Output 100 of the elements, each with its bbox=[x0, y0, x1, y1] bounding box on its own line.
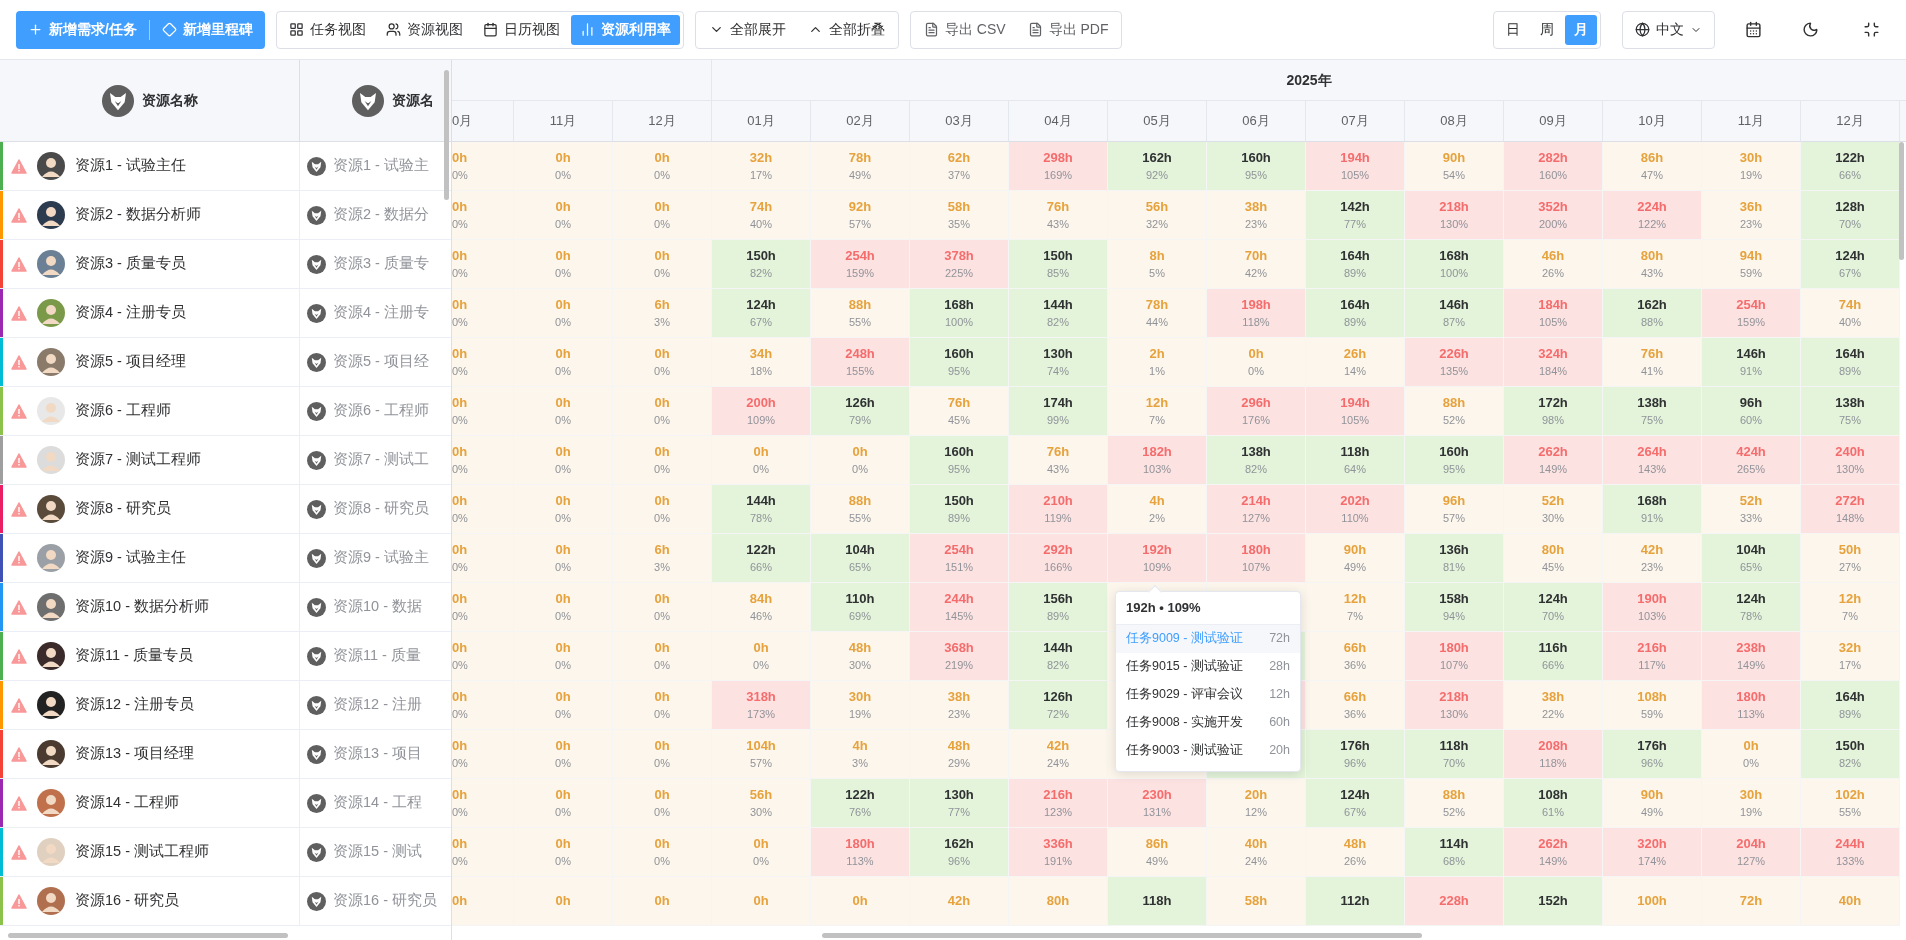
percent-value: 0% bbox=[654, 658, 670, 673]
resource-alias: 资源3 - 质量专 bbox=[333, 254, 429, 274]
percent-value: 89% bbox=[1839, 364, 1861, 379]
hours-value: 130h bbox=[1043, 345, 1073, 363]
percent-value: 0% bbox=[1248, 364, 1264, 379]
scale-tab[interactable]: 周 bbox=[1531, 14, 1563, 45]
resource-name-cell[interactable]: 资源6 - 工程师 bbox=[3, 387, 300, 435]
percent-value: 148% bbox=[1835, 511, 1865, 526]
percent-value: 57% bbox=[750, 756, 772, 771]
percent-value: 23% bbox=[1245, 217, 1267, 232]
hours-value: 0h bbox=[452, 247, 468, 265]
hours-value: 0h bbox=[452, 149, 468, 167]
month-header: 11月 bbox=[514, 101, 613, 141]
resource-name-cell[interactable]: 资源4 - 注册专员 bbox=[3, 289, 300, 337]
percent-value: 82% bbox=[750, 266, 772, 281]
tooltip-task-item[interactable]: 任务9008 - 实施开发 60h bbox=[1116, 708, 1300, 737]
percent-value: 265% bbox=[1736, 462, 1766, 477]
vertical-scrollbar-thumb[interactable] bbox=[444, 70, 449, 200]
hours-value: 4h bbox=[852, 737, 868, 755]
percent-value: 113% bbox=[1737, 707, 1765, 722]
hours-value: 0h bbox=[452, 892, 468, 910]
hours-value: 0h bbox=[555, 835, 571, 853]
horizontal-scrollbar-thumb[interactable] bbox=[8, 933, 288, 938]
resource-alias: 资源5 - 项目经 bbox=[333, 352, 429, 372]
tooltip-task-item[interactable]: 任务9015 - 测试验证 28h bbox=[1116, 652, 1300, 681]
resource-name-cell[interactable]: 资源14 - 工程师 bbox=[3, 779, 300, 827]
view-tab[interactable]: 日历视图 bbox=[473, 14, 569, 45]
percent-value: 89% bbox=[1047, 609, 1069, 624]
percent-value: 0% bbox=[555, 364, 571, 379]
view-tab[interactable]: 资源视图 bbox=[376, 14, 472, 45]
percent-value: 57% bbox=[1443, 511, 1465, 526]
export-button[interactable]: 导出 PDF bbox=[1018, 11, 1118, 48]
percent-value: 64% bbox=[1344, 462, 1366, 477]
hours-value: 50h bbox=[1838, 541, 1862, 559]
resource-name-cell[interactable]: 资源1 - 试验主任 bbox=[3, 142, 300, 190]
language-select[interactable]: 中文 bbox=[1622, 10, 1715, 49]
month-header: 04月 bbox=[1009, 101, 1108, 141]
fox-logo-icon bbox=[307, 646, 326, 666]
resource-name-cell[interactable]: 资源2 - 数据分析师 bbox=[3, 191, 300, 239]
hours-value: 0h bbox=[555, 247, 571, 265]
hours-value: 158h bbox=[1439, 590, 1469, 608]
percent-value: 66% bbox=[750, 560, 772, 575]
warning-icon bbox=[11, 501, 27, 517]
tooltip-task-item[interactable]: 任务9003 - 测试验证 20h bbox=[1116, 736, 1300, 765]
resource-name-cell[interactable]: 资源11 - 质量专员 bbox=[3, 632, 300, 680]
percent-value: 79% bbox=[849, 413, 871, 428]
resource-alias: 资源1 - 试验主 bbox=[333, 156, 429, 176]
view-tab[interactable]: 任务视图 bbox=[279, 14, 375, 45]
horizontal-scrollbar-thumb[interactable] bbox=[822, 933, 1422, 938]
percent-value: 95% bbox=[1245, 168, 1267, 183]
percent-value: 145% bbox=[944, 609, 974, 624]
percent-value: 225% bbox=[944, 266, 974, 281]
hours-value: 254h bbox=[1736, 296, 1766, 314]
percent-value: 0% bbox=[753, 658, 769, 673]
avatar-icon bbox=[37, 593, 65, 621]
resource-name-cell[interactable]: 资源15 - 测试工程师 bbox=[3, 828, 300, 876]
hours-value: 32h bbox=[1838, 639, 1862, 657]
percent-value: 100% bbox=[944, 315, 974, 330]
resource-name-cell[interactable]: 资源12 - 注册专员 bbox=[3, 681, 300, 729]
percent-value: 59% bbox=[1740, 266, 1762, 281]
vertical-scrollbar-thumb[interactable] bbox=[1899, 142, 1904, 260]
resource-name-cell[interactable]: 资源3 - 质量专员 bbox=[3, 240, 300, 288]
resource-name-cell[interactable]: 资源9 - 试验主任 bbox=[3, 534, 300, 582]
percent-value: 98% bbox=[1542, 413, 1564, 428]
percent-value: 119% bbox=[1044, 511, 1072, 526]
resource-name-cell[interactable]: 资源16 - 研究员 bbox=[3, 877, 300, 925]
resource-name-cell[interactable]: 资源7 - 测试工程师 bbox=[3, 436, 300, 484]
hours-value: 150h bbox=[1835, 737, 1865, 755]
scale-tab[interactable]: 日 bbox=[1497, 14, 1529, 45]
hours-value: 324h bbox=[1538, 345, 1568, 363]
hours-value: 216h bbox=[1043, 786, 1073, 804]
percent-value: 149% bbox=[1736, 658, 1766, 673]
hours-value: 254h bbox=[944, 541, 974, 559]
hours-value: 124h bbox=[746, 296, 776, 314]
percent-value: 75% bbox=[1839, 413, 1861, 428]
percent-value: 0% bbox=[452, 854, 468, 869]
export-button[interactable]: 导出 CSV bbox=[914, 11, 1015, 48]
resource-name-cell[interactable]: 资源5 - 项目经理 bbox=[3, 338, 300, 386]
percent-value: 122% bbox=[1637, 217, 1667, 232]
expand-button[interactable]: 全部展开 bbox=[699, 11, 795, 48]
percent-value: 0% bbox=[555, 560, 571, 575]
percent-value: 0% bbox=[555, 854, 571, 869]
resource-name-cell[interactable]: 资源8 - 研究员 bbox=[3, 485, 300, 533]
percent-value: 0% bbox=[555, 315, 571, 330]
tooltip-task-item[interactable]: 任务9029 - 评审会议 12h bbox=[1116, 680, 1300, 709]
resource-alias: 资源11 - 质量 bbox=[333, 646, 421, 666]
percent-value: 219% bbox=[944, 658, 974, 673]
hours-value: 0h bbox=[555, 892, 571, 910]
expand-button[interactable]: 全部折叠 bbox=[798, 11, 894, 48]
hours-value: 0h bbox=[654, 492, 670, 510]
resource-name-cell[interactable]: 资源10 - 数据分析师 bbox=[3, 583, 300, 631]
hours-value: 424h bbox=[1736, 443, 1766, 461]
hours-value: 104h bbox=[1736, 541, 1766, 559]
percent-value: 0% bbox=[654, 364, 670, 379]
hours-value: 336h bbox=[1043, 835, 1073, 853]
document-icon bbox=[1027, 22, 1043, 37]
resource-name: 资源8 - 研究员 bbox=[75, 499, 171, 519]
percent-value: 174% bbox=[1637, 854, 1667, 869]
resource-name-cell[interactable]: 资源13 - 项目经理 bbox=[3, 730, 300, 778]
resource-name: 资源12 - 注册专员 bbox=[75, 695, 194, 715]
